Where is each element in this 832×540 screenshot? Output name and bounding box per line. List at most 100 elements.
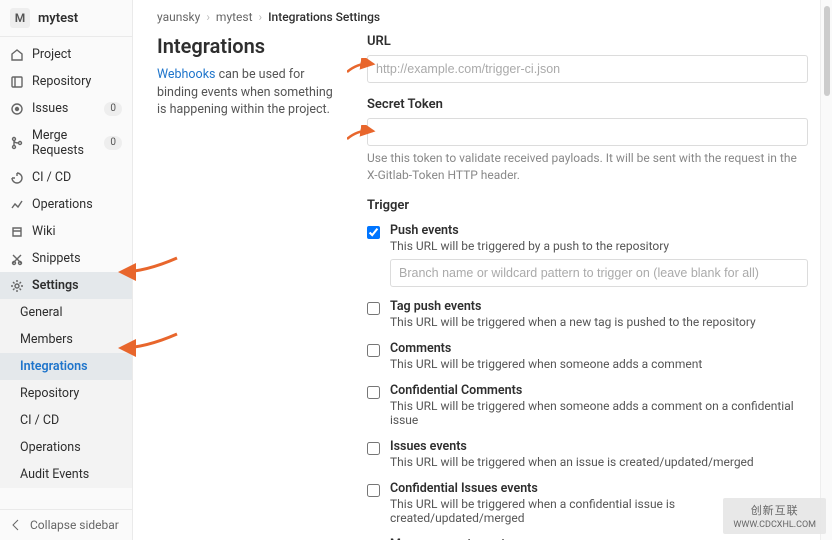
trigger-title: Confidential Issues events — [390, 481, 808, 496]
url-input[interactable] — [367, 55, 808, 83]
subnav-label: Integrations — [20, 359, 122, 374]
trigger-body: CommentsThis URL will be triggered when … — [390, 341, 808, 371]
trigger-body: Merge request eventsThis URL will be tri… — [390, 537, 808, 540]
sidebar-item-settings[interactable]: Settings — [0, 272, 132, 299]
collapse-label: Collapse sidebar — [30, 518, 119, 532]
nav-label: Wiki — [32, 224, 122, 239]
subnav-label: Audit Events — [20, 467, 122, 482]
main-content: yaunsky › mytest › Integrations Settings… — [133, 0, 832, 540]
subnav-item-repository[interactable]: Repository — [0, 380, 132, 407]
sidebar-item-repository[interactable]: Repository — [0, 68, 132, 95]
trigger-desc: This URL will be triggered when someone … — [390, 357, 808, 371]
trigger-row: Issues eventsThis URL will be triggered … — [367, 439, 808, 469]
sidebar-item-ci-cd[interactable]: CI / CD — [0, 164, 132, 191]
nav-label: Merge Requests — [32, 128, 96, 158]
secret-field-group: Secret Token Use this token to validate … — [367, 97, 808, 184]
nav-badge: 0 — [104, 102, 122, 116]
crumb-user[interactable]: yaunsky — [157, 10, 200, 24]
subnav-item-integrations[interactable]: Integrations — [0, 353, 132, 380]
trigger-desc: This URL will be triggered by a push to … — [390, 239, 808, 253]
watermark: 创新互联 WWW.CDCXHL.COM — [723, 498, 826, 534]
sidebar-nav: Project Repository Issues 0 Merge Requests 0 C… — [0, 37, 132, 509]
nav-label: Issues — [32, 101, 96, 116]
trigger-checkbox[interactable] — [367, 226, 380, 239]
subnav-label: Repository — [20, 386, 122, 401]
trigger-body: Confidential CommentsThis URL will be tr… — [390, 383, 808, 427]
secret-input[interactable] — [367, 118, 808, 146]
trigger-title: Merge request events — [390, 537, 808, 540]
nav-label: Operations — [32, 197, 122, 212]
subnav-item-general[interactable]: General — [0, 299, 132, 326]
trigger-desc: This URL will be triggered when an issue… — [390, 455, 808, 469]
url-field-group: URL — [367, 34, 808, 83]
webhooks-link[interactable]: Webhooks — [157, 67, 215, 82]
scrollbar-thumb[interactable] — [824, 6, 830, 96]
subnav-item-members[interactable]: Members — [0, 326, 132, 353]
left-column: Integrations Webhooks can be used for bi… — [157, 34, 339, 540]
sidebar: M mytest ProjectRepositoryIssues0Merge R… — [0, 0, 133, 540]
trigger-body: Push eventsThis URL will be triggered by… — [390, 223, 808, 287]
trigger-desc: This URL will be triggered when a new ta… — [390, 315, 808, 329]
sidebar-item-merge-requests[interactable]: Merge Requests 0 — [0, 122, 132, 164]
trigger-title: Tag push events — [390, 299, 808, 314]
repo-icon — [10, 75, 24, 89]
subnav-item-operations[interactable]: Operations — [0, 434, 132, 461]
branch-pattern-input[interactable] — [390, 259, 808, 287]
trigger-title: Issues events — [390, 439, 808, 454]
trigger-row: Confidential CommentsThis URL will be tr… — [367, 383, 808, 427]
watermark-url: WWW.CDCXHL.COM — [733, 520, 816, 530]
trigger-title: Confidential Comments — [390, 383, 808, 398]
trigger-section-label: Trigger — [367, 198, 808, 213]
crumb-current: Integrations Settings — [268, 10, 380, 24]
snip-icon — [10, 252, 24, 266]
trigger-title: Push events — [390, 223, 808, 238]
trigger-checkbox[interactable] — [367, 442, 380, 455]
nav-label: Repository — [32, 74, 122, 89]
collapse-sidebar[interactable]: Collapse sidebar — [0, 509, 132, 540]
ci-icon — [10, 171, 24, 185]
scrollbar-track[interactable] — [820, 0, 832, 540]
trigger-checkbox[interactable] — [367, 344, 380, 357]
page-title: Integrations — [157, 34, 339, 58]
trigger-title: Comments — [390, 341, 808, 356]
trigger-row: Merge request eventsThis URL will be tri… — [367, 537, 808, 540]
sidebar-item-snippets[interactable]: Snippets — [0, 245, 132, 272]
gear-icon — [10, 279, 24, 293]
trigger-checkbox[interactable] — [367, 484, 380, 497]
nav-label: Project — [32, 47, 122, 62]
issues-icon — [10, 102, 24, 116]
subnav-label: Operations — [20, 440, 122, 455]
ops-icon — [10, 198, 24, 212]
trigger-row: CommentsThis URL will be triggered when … — [367, 341, 808, 371]
crumb-project[interactable]: mytest — [216, 10, 253, 24]
breadcrumb: yaunsky › mytest › Integrations Settings — [157, 10, 808, 24]
trigger-body: Tag push eventsThis URL will be triggere… — [390, 299, 808, 329]
merge-icon — [10, 136, 24, 150]
trigger-checkbox[interactable] — [367, 386, 380, 399]
project-header[interactable]: M mytest — [0, 0, 132, 37]
subnav-label: CI / CD — [20, 413, 122, 428]
url-label: URL — [367, 34, 808, 49]
trigger-list: Push eventsThis URL will be triggered by… — [367, 223, 808, 540]
chevron-left-icon — [10, 519, 22, 531]
sidebar-item-project[interactable]: Project — [0, 41, 132, 68]
nav-label: CI / CD — [32, 170, 122, 185]
subnav-item-ci-cd[interactable]: CI / CD — [0, 407, 132, 434]
nav-badge: 0 — [104, 136, 122, 150]
trigger-row: Tag push eventsThis URL will be triggere… — [367, 299, 808, 329]
subnav-item-audit-events[interactable]: Audit Events — [0, 461, 132, 488]
subnav-label: Members — [20, 332, 122, 347]
page-description: Webhooks can be used for binding events … — [157, 66, 339, 119]
trigger-body: Issues eventsThis URL will be triggered … — [390, 439, 808, 469]
sidebar-item-issues[interactable]: Issues 0 — [0, 95, 132, 122]
sidebar-item-wiki[interactable]: Wiki — [0, 218, 132, 245]
nav-label: Settings — [32, 278, 122, 293]
sidebar-item-operations[interactable]: Operations — [0, 191, 132, 218]
trigger-desc: This URL will be triggered when someone … — [390, 399, 808, 427]
trigger-checkbox[interactable] — [367, 302, 380, 315]
wiki-icon — [10, 225, 24, 239]
home-icon — [10, 48, 24, 62]
right-column: URL Secret Token Use this token to valid… — [367, 34, 808, 540]
chevron-right-icon: › — [259, 10, 263, 24]
nav-label: Snippets — [32, 251, 122, 266]
